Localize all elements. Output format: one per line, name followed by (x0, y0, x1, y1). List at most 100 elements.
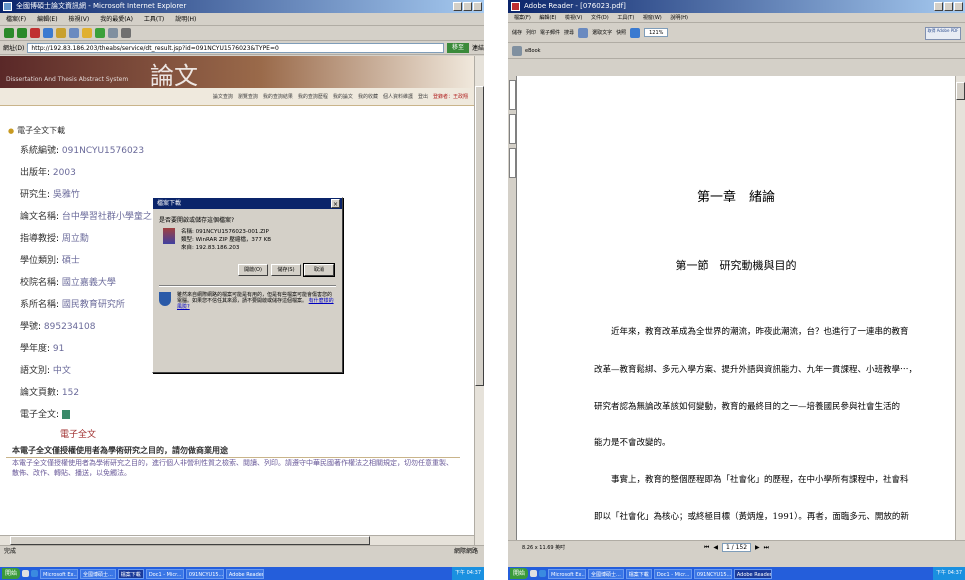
home-icon[interactable] (56, 28, 66, 38)
ie-window: 全國博碩士論文資訊網 - Microsoft Internet Explorer… (0, 0, 484, 580)
ie-vertical-scrollbar[interactable] (474, 56, 484, 545)
quicklaunch-icon[interactable] (530, 570, 538, 577)
next-page-icon[interactable]: ▶ (755, 544, 760, 551)
nav-item[interactable]: 論文查詢 (213, 93, 233, 100)
task-button[interactable]: 檔案下載 (117, 568, 144, 579)
quicklaunch-icon[interactable] (31, 570, 39, 577)
scroll-thumb[interactable] (10, 536, 370, 545)
first-page-icon[interactable]: ⏮ (704, 544, 709, 552)
hand-tool-icon[interactable] (578, 27, 589, 38)
maximize-icon[interactable] (944, 2, 953, 11)
reader-toolbar-2: eBook (508, 43, 965, 59)
menu-favorites[interactable]: 我的最愛(A) (100, 16, 133, 23)
task-button[interactable]: Adobe Reader (733, 568, 772, 579)
menu-file[interactable]: 檔案(F) (514, 15, 531, 21)
menu-window[interactable]: 視窗(W) (643, 15, 662, 21)
paragraph-line: 近年來，教育改革成為全世界的潮流，昨夜此潮流，台？也進行了一連串的教育 (594, 327, 909, 337)
dialog-question: 是否要開啟或儲存這個檔案? (159, 217, 235, 224)
task-button[interactable]: 091NCYU15... (693, 568, 732, 579)
history-icon[interactable] (95, 28, 105, 38)
last-page-icon[interactable]: ⏭ (764, 544, 769, 552)
menu-tools[interactable]: 工具(T) (144, 16, 164, 23)
scroll-thumb[interactable] (956, 82, 965, 100)
print-button[interactable]: 列印 (526, 29, 536, 36)
menu-view[interactable]: 檢視(V) (565, 15, 582, 21)
task-button[interactable]: Doc1 - Micr... (653, 568, 692, 579)
task-button[interactable]: 檔案下載 (625, 568, 652, 579)
quicklaunch-icon[interactable] (539, 570, 547, 577)
minimize-icon[interactable] (934, 2, 943, 11)
favorites-icon[interactable] (82, 28, 92, 38)
menu-view[interactable]: 檢視(V) (68, 16, 89, 23)
clock: 下午 04:37 (452, 567, 484, 580)
task-button[interactable]: 091NCYU15... (185, 568, 224, 579)
print-icon[interactable] (121, 28, 131, 38)
quicklaunch-icon[interactable] (22, 570, 30, 577)
ebook-button[interactable]: eBook (525, 48, 541, 54)
menu-document[interactable]: 文件(D) (591, 15, 609, 21)
task-button[interactable]: 全國博碩士... (588, 568, 624, 579)
task-button[interactable]: Microsoft Ex... (40, 568, 79, 579)
maximize-icon[interactable] (463, 2, 472, 11)
go-button[interactable]: 移至 (446, 42, 469, 53)
nav-item[interactable]: 瀏覽查詢 (238, 93, 258, 100)
close-icon[interactable] (473, 2, 482, 11)
back-icon[interactable] (4, 28, 14, 38)
dialog-buttons: 開啟(O) 儲存(S) 取消 (153, 252, 342, 277)
menu-file[interactable]: 檔案(F) (6, 16, 26, 23)
tool-icon[interactable] (512, 45, 522, 56)
refresh-icon[interactable] (43, 28, 53, 38)
close-icon[interactable]: × (331, 199, 340, 208)
task-button[interactable]: 全國博碩士... (80, 568, 116, 579)
task-button[interactable]: Microsoft Ex... (548, 568, 587, 579)
scroll-thumb[interactable] (475, 86, 484, 386)
fulltext-file-icon[interactable] (61, 410, 70, 419)
task-button[interactable]: Doc1 - Micr... (145, 568, 184, 579)
open-button[interactable]: 開啟(O) (238, 264, 268, 276)
menu-tools[interactable]: 工具(T) (617, 15, 634, 21)
nav-item[interactable]: 我的查詢歷程 (298, 93, 328, 100)
task-button[interactable]: Adobe Reader (225, 568, 264, 579)
snapshot-button[interactable]: 快照 (616, 29, 626, 36)
menu-edit[interactable]: 編輯(E) (37, 16, 57, 23)
select-text-button[interactable]: 選取文字 (592, 29, 612, 36)
zoom-in-icon[interactable] (630, 27, 641, 38)
pages-tab[interactable] (509, 114, 516, 144)
bookmarks-tab[interactable] (509, 80, 516, 110)
start-button[interactable]: 開始 (2, 568, 21, 579)
nav-item[interactable]: 登出 (418, 93, 428, 100)
reader-vertical-scrollbar[interactable] (955, 76, 965, 540)
menu-edit[interactable]: 編輯(E) (539, 15, 556, 21)
search-button[interactable]: 搜尋 (564, 29, 574, 36)
save-button[interactable]: 儲存 (512, 29, 522, 36)
menu-help[interactable]: 說明(H) (670, 15, 688, 21)
search-icon[interactable] (69, 28, 79, 38)
nav-item[interactable]: 我的查詢結果 (263, 93, 293, 100)
nav-item[interactable]: 個人資料維護 (383, 93, 413, 100)
stop-icon[interactable] (30, 28, 40, 38)
menu-help[interactable]: 說明(H) (175, 16, 196, 23)
start-button[interactable]: 開始 (510, 568, 529, 579)
cancel-button[interactable]: 取消 (303, 263, 335, 277)
minimize-icon[interactable] (453, 2, 462, 11)
page-number-field[interactable]: 1 / 152 (721, 543, 752, 552)
forward-icon[interactable] (17, 28, 27, 38)
taskbar-left: 開始 Microsoft Ex... 全國博碩士... 檔案下載 Doc1 - … (0, 567, 484, 580)
ie-horizontal-scrollbar[interactable] (0, 535, 474, 545)
paragraph-line: 事實上，教育的整個歷程即為「社會化」的歷程，在中小學所有課程中，社會科 (594, 475, 909, 485)
site-nav: 論文查詢 瀏覽查詢 我的查詢結果 我的查詢歷程 我的論文 我的收藏 個人資料維護… (0, 88, 474, 106)
nav-item[interactable]: 我的收藏 (358, 93, 378, 100)
reader-menu-bar: 檔案(F) 編輯(E) 檢視(V) 文件(D) 工具(T) 視窗(W) 說明(H… (508, 13, 965, 23)
close-icon[interactable] (954, 2, 963, 11)
mail-icon[interactable] (108, 28, 118, 38)
links-label[interactable]: 連結 (472, 43, 484, 52)
signatures-tab[interactable] (509, 148, 516, 178)
save-button[interactable]: 儲存(S) (271, 264, 301, 276)
zoom-select[interactable]: 121% (644, 28, 669, 37)
prev-page-icon[interactable]: ◀ (713, 544, 718, 551)
fulltext-link[interactable]: 電子全文 (20, 426, 460, 444)
address-input[interactable]: http://192.83.186.203/theabs/service/dt_… (27, 42, 444, 53)
email-button[interactable]: 電子郵件 (540, 29, 560, 36)
nav-item[interactable]: 我的論文 (333, 93, 353, 100)
get-adobe-pdf-logo[interactable]: 取得 Adobe PDF (925, 27, 961, 40)
